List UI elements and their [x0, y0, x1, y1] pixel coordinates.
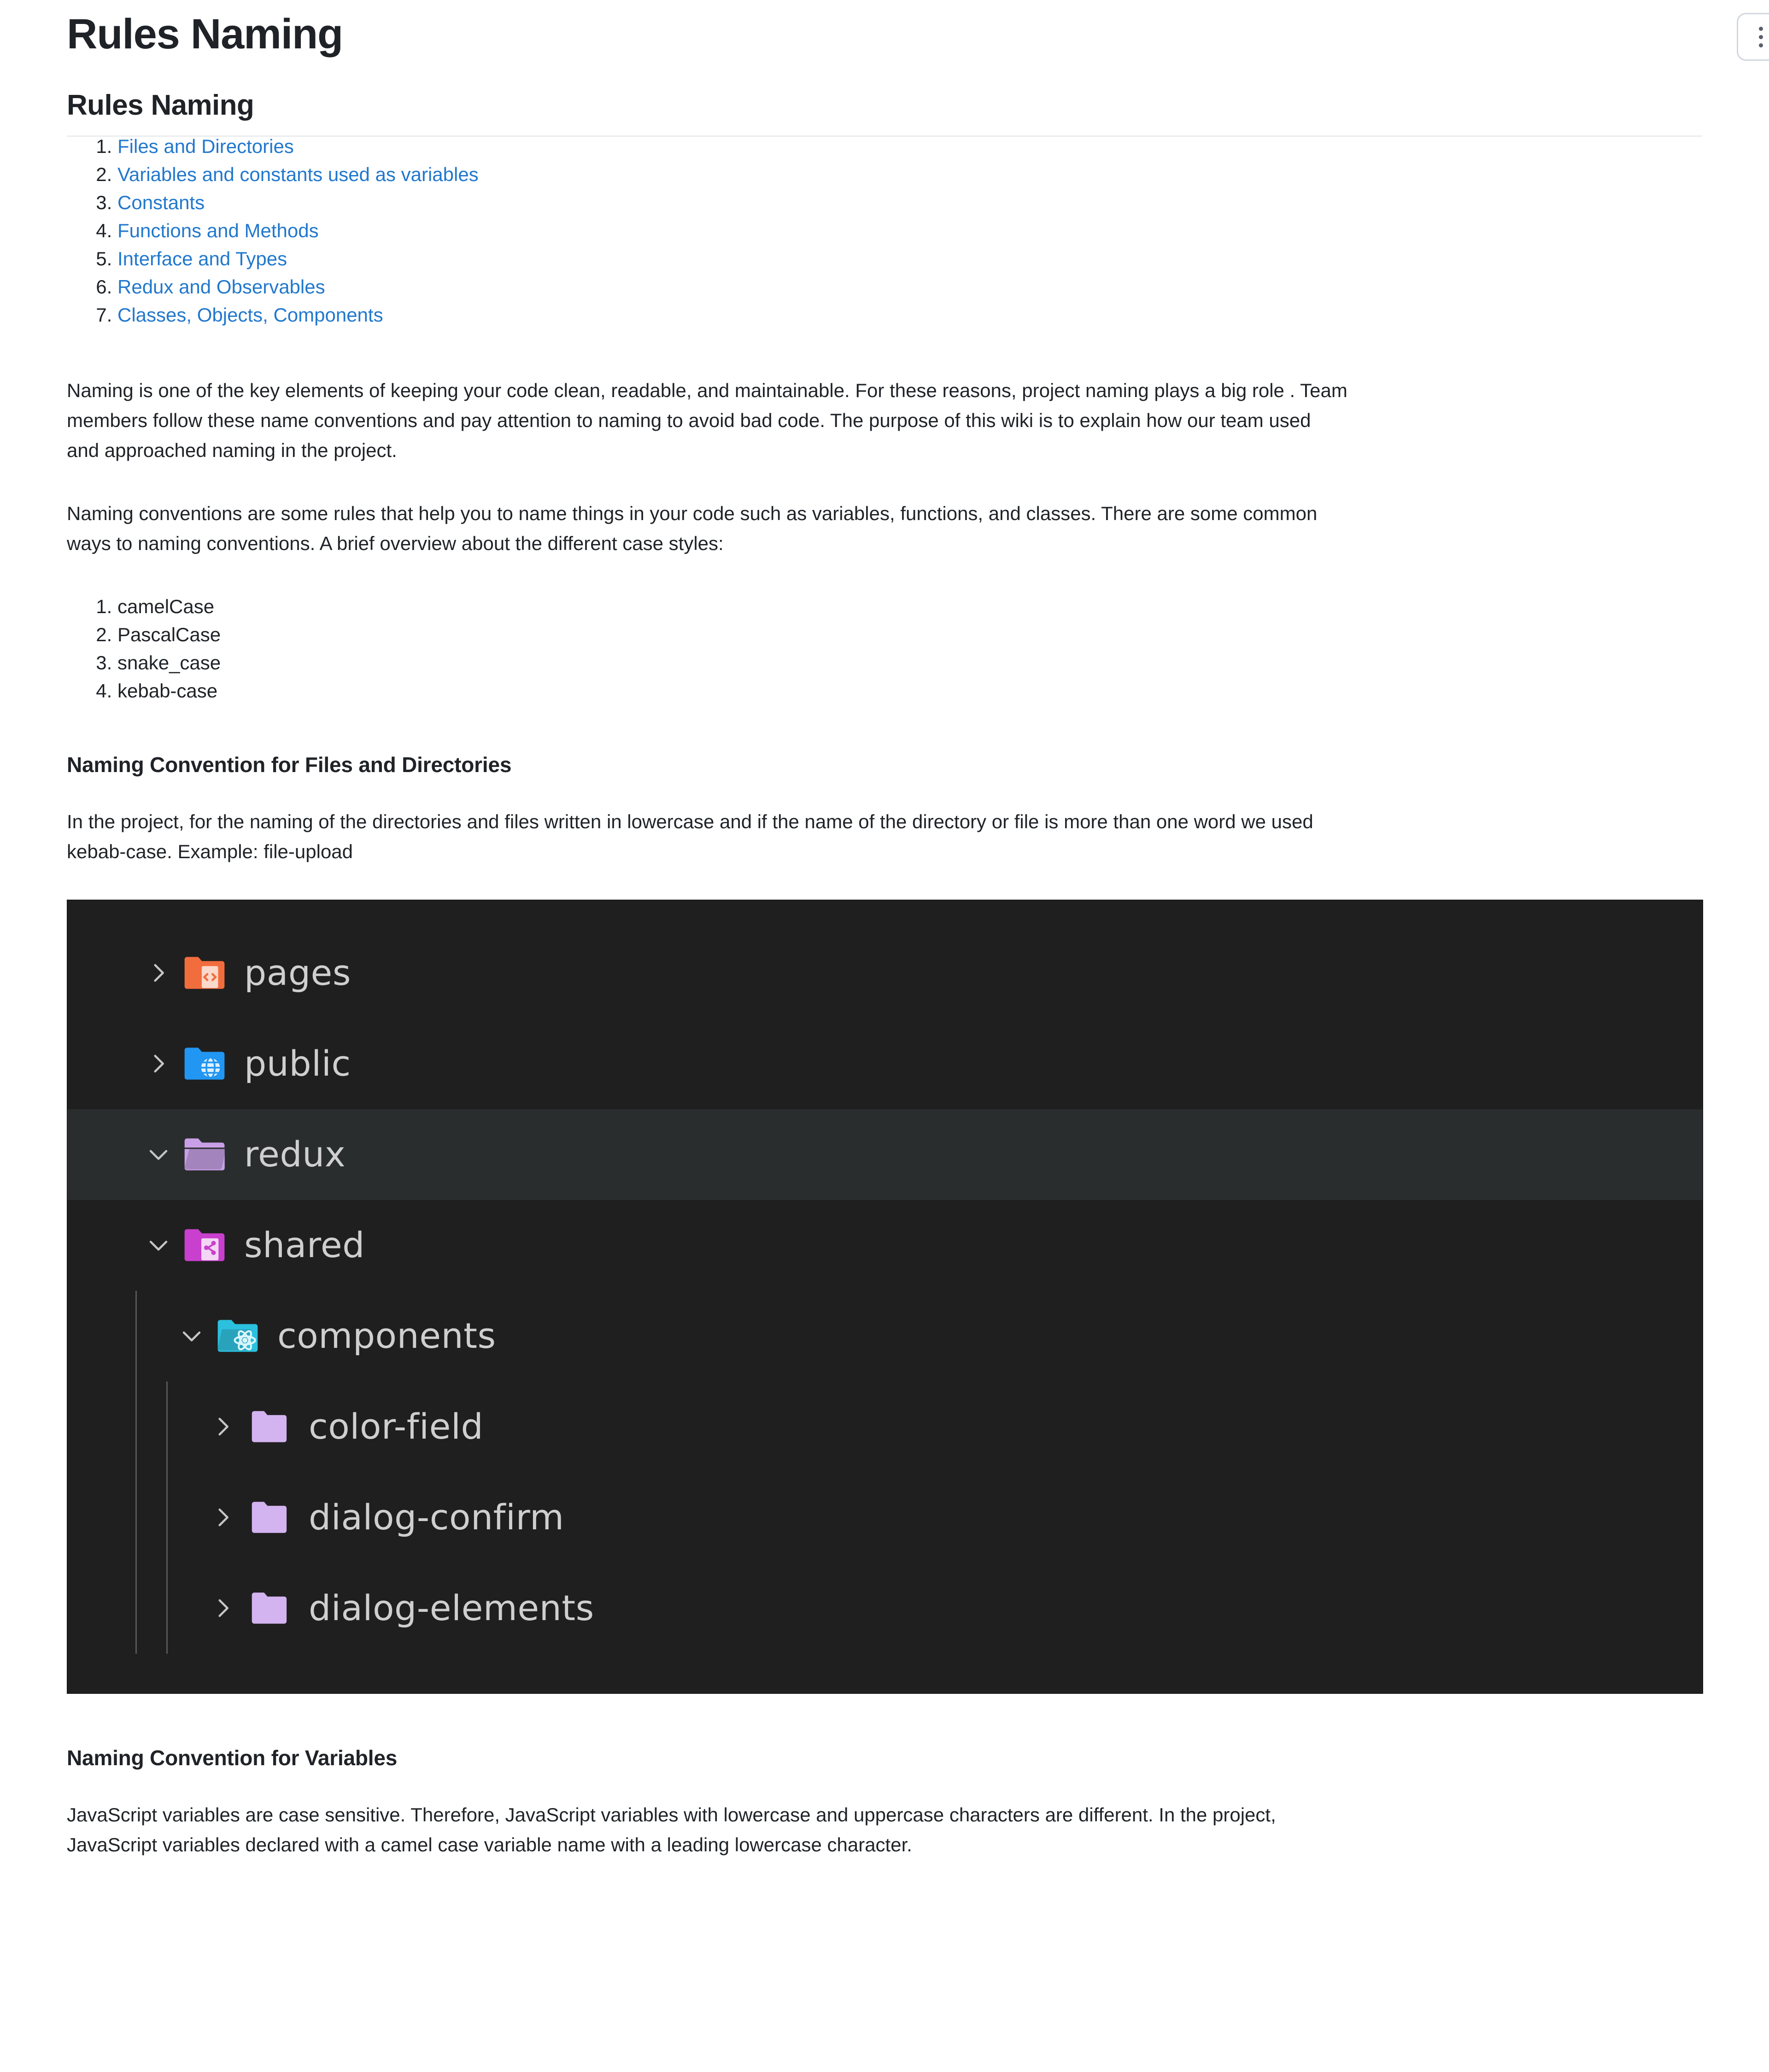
intro-paragraph: Naming is one of the key elements of kee… [67, 375, 1702, 465]
tree-item-label: color-field [309, 1406, 484, 1447]
toc-link-constants[interactable]: Constants [117, 192, 205, 213]
tree-guide-line [135, 1563, 137, 1654]
tree-indent [67, 1290, 170, 1381]
folder-shared-icon [181, 1221, 228, 1269]
chevron-right-icon[interactable] [136, 960, 181, 986]
section-heading-variables: Naming Convention for Variables [67, 1745, 398, 1770]
chevron-right-icon[interactable] [201, 1595, 245, 1621]
conventions-paragraph-line-2: ways to naming conventions. A brief over… [67, 532, 724, 554]
tree-item-label: public [244, 1043, 351, 1084]
intro-paragraph-line-2: members follow these name conventions an… [67, 409, 1311, 431]
tree-item-label: shared [244, 1224, 365, 1266]
article-heading: Rules Naming [67, 88, 1702, 137]
folder-plain-icon [245, 1403, 293, 1451]
list-item: Redux and Observables [117, 277, 1702, 297]
list-item: Constants [117, 193, 1702, 212]
toc-link-redux-and-observables[interactable]: Redux and Observables [117, 276, 325, 298]
page-title: Rules Naming [67, 11, 343, 58]
tree-guide-line [135, 1381, 137, 1472]
page-header: Rules Naming [0, 0, 1769, 88]
chevron-right-icon[interactable] [201, 1413, 245, 1440]
tree-item-label: dialog-elements [309, 1587, 594, 1629]
table-row[interactable]: color-field [67, 1381, 1703, 1472]
tree-guide-line [135, 1290, 137, 1381]
table-row[interactable]: public [67, 1018, 1703, 1109]
folder-components-icon [214, 1312, 262, 1360]
folder-redux-icon [181, 1130, 228, 1178]
toc-link-classes-objects-components[interactable]: Classes, Objects, Components [117, 304, 383, 326]
list-item: snake_case [117, 653, 1702, 673]
tree-guide-line [135, 1472, 137, 1563]
tree-item-label: dialog-confirm [309, 1497, 564, 1538]
list-item: Classes, Objects, Components [117, 305, 1702, 325]
conventions-paragraph: Naming conventions are some rules that h… [67, 498, 1702, 558]
toc-link-interface-and-types[interactable]: Interface and Types [117, 248, 287, 269]
page-menu-button[interactable] [1737, 13, 1769, 61]
toc-link-files-and-directories[interactable]: Files and Directories [117, 135, 294, 157]
chevron-down-icon[interactable] [136, 1232, 181, 1258]
list-item: camelCase [117, 597, 1702, 616]
intro-paragraph-line-3: and approached naming in the project. [67, 439, 397, 461]
chevron-right-icon[interactable] [201, 1504, 245, 1531]
chevron-down-icon[interactable] [170, 1323, 214, 1349]
conventions-paragraph-line-1: Naming conventions are some rules that h… [67, 502, 1318, 524]
kebab-menu-icon [1758, 26, 1763, 47]
chevron-down-icon[interactable] [136, 1141, 181, 1168]
article-body: Rules Naming Files and Directories Varia… [0, 88, 1769, 1860]
tree-item-label: pages [244, 952, 351, 994]
list-item: kebab-case [117, 681, 1702, 701]
files-section-paragraph-line-1: In the project, for the naming of the di… [67, 810, 1313, 832]
file-tree-screenshot: pages public redux shared components col… [67, 899, 1703, 1694]
section-heading-files-and-directories: Naming Convention for Files and Director… [67, 752, 512, 777]
list-item: Functions and Methods [117, 221, 1702, 240]
tree-item-label: components [277, 1315, 496, 1357]
file-tree-top-padding [67, 900, 1703, 928]
variables-section-paragraph-line-1: JavaScript variables are case sensitive.… [67, 1803, 1276, 1826]
tree-item-label: redux [244, 1134, 346, 1175]
intro-paragraph-line-1: Naming is one of the key elements of kee… [67, 379, 1347, 401]
table-row[interactable]: components [67, 1290, 1703, 1381]
toc-link-variables-and-constants[interactable]: Variables and constants used as variable… [117, 164, 479, 185]
folder-pages-icon [181, 949, 228, 997]
tree-guide-line [166, 1563, 168, 1654]
tree-indent [67, 1381, 201, 1472]
chevron-right-icon[interactable] [136, 1050, 181, 1077]
list-item: PascalCase [117, 625, 1702, 644]
tree-indent [67, 1472, 201, 1563]
folder-plain-icon [245, 1584, 293, 1632]
table-row[interactable]: dialog-confirm [67, 1472, 1703, 1563]
list-item: Variables and constants used as variable… [117, 164, 1702, 185]
variables-section-paragraph-line-2: JavaScript variables declared with a cam… [67, 1833, 912, 1855]
table-row[interactable]: pages [67, 928, 1703, 1018]
table-row[interactable]: dialog-elements [67, 1563, 1703, 1654]
tree-guide-line [166, 1472, 168, 1563]
folder-public-icon [181, 1040, 228, 1088]
case-styles-list: camelCase PascalCase snake_case kebab-ca… [67, 597, 1702, 701]
toc-link-functions-and-methods[interactable]: Functions and Methods [117, 220, 319, 241]
files-section-paragraph-line-2: kebab-case. Example: file-upload [67, 840, 353, 862]
tree-guide-line [166, 1381, 168, 1472]
table-row[interactable]: shared [67, 1200, 1703, 1291]
files-section-paragraph: In the project, for the naming of the di… [67, 807, 1702, 866]
wiki-page: Rules Naming Rules Naming Files and Dire… [0, 0, 1769, 2072]
list-item: Interface and Types [117, 249, 1702, 269]
table-of-contents: Files and Directories Variables and cons… [67, 135, 1702, 325]
folder-plain-icon [245, 1493, 293, 1541]
variables-section-paragraph: JavaScript variables are case sensitive.… [67, 1800, 1702, 1860]
table-row[interactable]: redux [67, 1109, 1703, 1200]
header-actions [1737, 13, 1769, 61]
tree-indent [67, 1563, 201, 1654]
list-item: Files and Directories [117, 135, 1702, 157]
file-tree-bottom-padding [67, 1654, 1703, 1693]
